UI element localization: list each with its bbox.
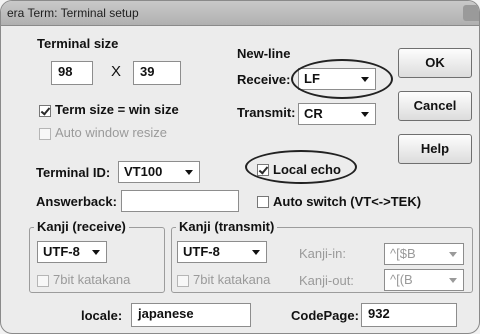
auto-window-resize-checkbox[interactable] bbox=[39, 128, 51, 140]
local-echo-label: Local echo bbox=[273, 162, 341, 177]
kanji-receive-value: UTF-8 bbox=[43, 244, 80, 259]
kanji-transmit-label: Kanji (transmit) bbox=[176, 219, 278, 234]
new-line-label: New-line bbox=[237, 46, 291, 61]
kanji-transmit-select[interactable]: UTF-8 bbox=[177, 241, 267, 263]
terminal-size-label: Terminal size bbox=[37, 36, 119, 51]
transmit-value: CR bbox=[304, 106, 323, 121]
chevron-down-icon bbox=[185, 170, 193, 175]
term-size-win-size-label: Term size = win size bbox=[55, 102, 179, 117]
codepage-label: CodePage: bbox=[291, 308, 359, 323]
kanji-out-select[interactable]: ^[(B bbox=[384, 269, 464, 291]
kanji-transmit-value: UTF-8 bbox=[183, 244, 220, 259]
locale-label: locale: bbox=[81, 308, 123, 323]
chevron-down-icon bbox=[92, 250, 100, 255]
terminal-id-select[interactable]: VT100 bbox=[118, 161, 200, 183]
close-icon[interactable] bbox=[463, 5, 479, 21]
auto-switch-checkbox[interactable] bbox=[257, 196, 269, 208]
locale-input[interactable]: japanese bbox=[131, 303, 251, 327]
answerback-input[interactable] bbox=[121, 190, 239, 212]
help-button[interactable]: Help bbox=[398, 134, 472, 164]
chevron-down-icon bbox=[252, 250, 260, 255]
terminal-id-label: Terminal ID: bbox=[36, 165, 111, 180]
terminal-cols-input[interactable]: 98 bbox=[51, 61, 93, 85]
terminal-rows-input[interactable]: 39 bbox=[133, 61, 181, 85]
receive-select[interactable]: LF bbox=[298, 68, 376, 90]
kanji-in-select[interactable]: ^[$B bbox=[384, 243, 464, 265]
auto-switch-label: Auto switch (VT<->TEK) bbox=[273, 194, 422, 209]
kanji-out-label: Kanji-out: bbox=[299, 273, 354, 288]
chevron-down-icon bbox=[361, 112, 369, 117]
kanji-receive-7bit-label: 7bit katakana bbox=[53, 272, 131, 287]
kanji-in-label: Kanji-in: bbox=[299, 246, 346, 261]
kanji-receive-select[interactable]: UTF-8 bbox=[37, 241, 107, 263]
cancel-button[interactable]: Cancel bbox=[398, 91, 472, 121]
transmit-select[interactable]: CR bbox=[298, 103, 376, 125]
kanji-out-value: ^[(B bbox=[390, 272, 413, 287]
local-echo-checkbox[interactable] bbox=[257, 164, 269, 176]
terminal-setup-dialog: era Term: Terminal setup Terminal size 9… bbox=[0, 0, 480, 334]
kanji-in-value: ^[$B bbox=[390, 246, 416, 261]
window-title: era Term: Terminal setup bbox=[7, 6, 139, 20]
size-separator: X bbox=[111, 63, 122, 80]
term-size-win-size-checkbox[interactable] bbox=[39, 105, 51, 117]
receive-value: LF bbox=[304, 71, 320, 86]
kanji-receive-label: Kanji (receive) bbox=[34, 219, 129, 234]
receive-label: Receive: bbox=[237, 72, 291, 87]
auto-window-resize-label: Auto window resize bbox=[55, 125, 167, 140]
chevron-down-icon bbox=[361, 77, 369, 82]
title-bar[interactable]: era Term: Terminal setup bbox=[1, 1, 479, 26]
terminal-id-value: VT100 bbox=[124, 164, 163, 179]
chevron-down-icon bbox=[449, 278, 457, 283]
answerback-label: Answerback: bbox=[36, 194, 117, 209]
codepage-input[interactable]: 932 bbox=[361, 303, 457, 327]
kanji-transmit-7bit-checkbox[interactable] bbox=[177, 275, 189, 287]
transmit-label: Transmit: bbox=[237, 105, 296, 120]
kanji-receive-7bit-checkbox[interactable] bbox=[37, 275, 49, 287]
chevron-down-icon bbox=[449, 252, 457, 257]
ok-button[interactable]: OK bbox=[398, 48, 472, 78]
kanji-transmit-7bit-label: 7bit katakana bbox=[193, 272, 271, 287]
